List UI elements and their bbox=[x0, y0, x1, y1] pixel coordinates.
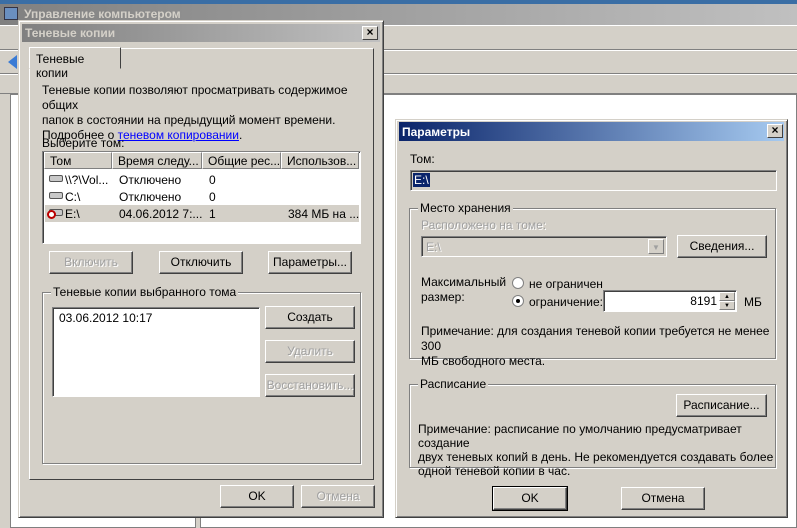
located-value: E:\ bbox=[426, 240, 441, 254]
restore-button[interactable]: Восстановить... bbox=[265, 374, 355, 397]
unlimited-label[interactable]: не ограничен bbox=[529, 277, 603, 291]
spin-up-icon[interactable]: ▲ bbox=[719, 292, 735, 301]
computer-management-icon bbox=[4, 7, 18, 20]
cell-volume: \\?\Vol... bbox=[65, 173, 109, 187]
column-header-used[interactable]: Использов... bbox=[281, 152, 359, 169]
storage-note: Примечание: для создания теневой копии т… bbox=[421, 324, 770, 353]
drive-icon bbox=[49, 192, 63, 199]
shadow-copies-dialog: Теневые копии × Теневые копии Теневые ко… bbox=[18, 20, 384, 518]
storage-note: МБ свободного места. bbox=[421, 354, 546, 368]
settings-dialog: Параметры × Том: E:\ Место хранения Расп… bbox=[395, 119, 788, 518]
drive-icon bbox=[49, 175, 63, 182]
select-volume-label: Выберите том: bbox=[42, 136, 125, 150]
volume-value: E:\ bbox=[413, 173, 430, 187]
storage-group-label: Место хранения bbox=[418, 201, 513, 215]
volume-field[interactable]: E:\ bbox=[410, 170, 777, 191]
limit-radio[interactable] bbox=[512, 295, 524, 307]
column-header-volume[interactable]: Том bbox=[44, 152, 112, 169]
list-item[interactable]: 03.06.2012 10:17 bbox=[59, 311, 152, 325]
cancel-button[interactable]: Отмена bbox=[621, 487, 705, 510]
cell-shares: 1 bbox=[209, 207, 216, 221]
description: Теневые копии позволяют просматривать со… bbox=[42, 83, 348, 112]
disable-button[interactable]: Отключить bbox=[159, 251, 243, 274]
unit-label: МБ bbox=[744, 295, 762, 309]
close-icon[interactable]: × bbox=[362, 26, 378, 40]
volume-label: Том: bbox=[410, 152, 435, 166]
schedule-group-label: Расписание bbox=[418, 377, 489, 391]
enable-button[interactable]: Включить bbox=[49, 251, 133, 274]
located-label: Расположено на томе: bbox=[421, 218, 547, 232]
table-row[interactable]: C:\ Отключено 0 bbox=[45, 188, 359, 205]
column-header-shares[interactable]: Общие рес... bbox=[202, 152, 281, 169]
shadow-copy-help-link[interactable]: теневом копировании bbox=[118, 128, 239, 142]
located-volume-select[interactable]: E:\ ▼ bbox=[421, 236, 667, 257]
schedule-note: двух теневых копий в день. Не рекомендуе… bbox=[418, 450, 774, 464]
cell-used: 384 МБ на ... bbox=[288, 207, 360, 221]
table-row-selected[interactable]: E:\ 04.06.2012 7:... 1 384 МБ на ... bbox=[45, 205, 359, 222]
column-header-next-time[interactable]: Время следу... bbox=[112, 152, 202, 169]
cell-next-time: 04.06.2012 7:... bbox=[119, 207, 203, 221]
unlimited-radio[interactable] bbox=[512, 277, 524, 289]
description: папок в состоянии на предыдущий момент в… bbox=[42, 113, 336, 127]
cancel-button[interactable]: Отмена bbox=[301, 485, 375, 508]
delete-button[interactable]: Удалить bbox=[265, 340, 355, 363]
volume-list[interactable]: Том Время следу... Общие рес... Использо… bbox=[42, 151, 361, 244]
max-size-label: Максимальный bbox=[421, 275, 507, 289]
schedule-button[interactable]: Расписание... bbox=[676, 394, 767, 417]
cell-next-time: Отключено bbox=[119, 190, 182, 204]
clock-icon bbox=[47, 210, 56, 219]
copies-list[interactable]: 03.06.2012 10:17 bbox=[52, 307, 260, 397]
max-size-label: размер: bbox=[421, 290, 465, 304]
close-icon[interactable]: × bbox=[767, 124, 783, 138]
tab-shadow-copies[interactable]: Теневые копии bbox=[29, 47, 121, 80]
dialog-title: Параметры bbox=[399, 122, 784, 141]
chevron-down-icon[interactable]: ▼ bbox=[648, 239, 664, 254]
settings-button[interactable]: Параметры... bbox=[268, 251, 352, 274]
back-arrow-icon[interactable] bbox=[8, 55, 17, 69]
schedule-note: Примечание: расписание по умолчанию пред… bbox=[418, 422, 742, 450]
schedule-note: одной теневой копии в час. bbox=[418, 464, 571, 478]
details-button[interactable]: Сведения... bbox=[677, 235, 767, 258]
limit-value: 8191 bbox=[690, 294, 717, 308]
spin-down-icon[interactable]: ▼ bbox=[719, 301, 735, 310]
limit-input[interactable]: 8191 ▲ ▼ bbox=[603, 290, 737, 312]
table-row[interactable]: \\?\Vol... Отключено 0 bbox=[45, 171, 359, 188]
cell-volume: E:\ bbox=[65, 207, 80, 221]
cell-shares: 0 bbox=[209, 173, 216, 187]
more-suffix: . bbox=[238, 128, 243, 142]
limit-label[interactable]: ограничение: bbox=[529, 295, 603, 309]
ok-button[interactable]: OK bbox=[492, 486, 568, 511]
cell-next-time: Отключено bbox=[119, 173, 182, 187]
ok-button[interactable]: OK bbox=[220, 485, 294, 508]
copies-group-label: Теневые копии выбранного тома bbox=[51, 285, 239, 299]
cell-volume: C:\ bbox=[65, 190, 81, 204]
create-button[interactable]: Создать bbox=[265, 306, 355, 329]
dialog-title: Теневые копии bbox=[22, 24, 380, 42]
cell-shares: 0 bbox=[209, 190, 216, 204]
